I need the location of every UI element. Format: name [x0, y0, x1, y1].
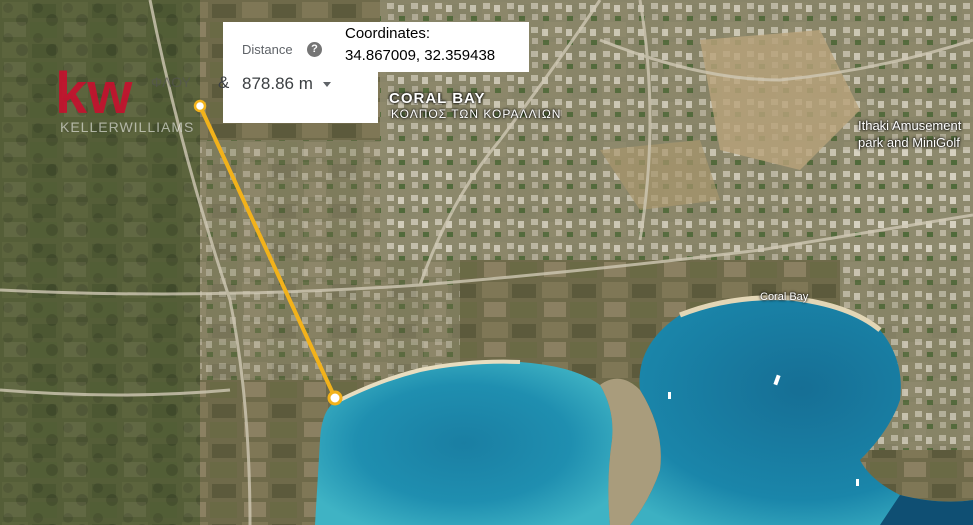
coordinates-value: 34.867009, 32.359438	[345, 47, 496, 64]
caret-down-icon[interactable]	[321, 78, 333, 90]
poi-label-line1: Ithaki Amusement	[858, 118, 962, 133]
poi-label-ithaki[interactable]: Ithaki Amusement park and MiniGolf	[858, 117, 961, 151]
place-label-greek: ΚΟΛΠΟΣ ΤΩΝ ΚΟΡΑΛΛΙΩΝ	[391, 107, 562, 121]
route-end-marker	[327, 390, 343, 406]
beach-label: Coral Bay	[760, 291, 809, 303]
logo-name: KELLERWILLIAMS	[60, 119, 195, 135]
help-circle-icon[interactable]: ?	[307, 42, 322, 57]
logo-amp: &	[218, 73, 230, 92]
logo-ghost-text: ΦΛΟΥ	[151, 74, 192, 90]
poi-label-line2: park and MiniGolf	[858, 135, 960, 150]
distance-value: 878.86 m	[242, 74, 313, 93]
logo-mark: kw	[55, 61, 133, 126]
place-label-coral-bay: CORAL BAY	[389, 90, 486, 107]
coordinates-label: Coordinates:	[345, 25, 431, 42]
coordinates-panel: Coordinates: 34.867009, 32.359438	[340, 22, 529, 72]
distance-title: Distance	[242, 42, 293, 57]
